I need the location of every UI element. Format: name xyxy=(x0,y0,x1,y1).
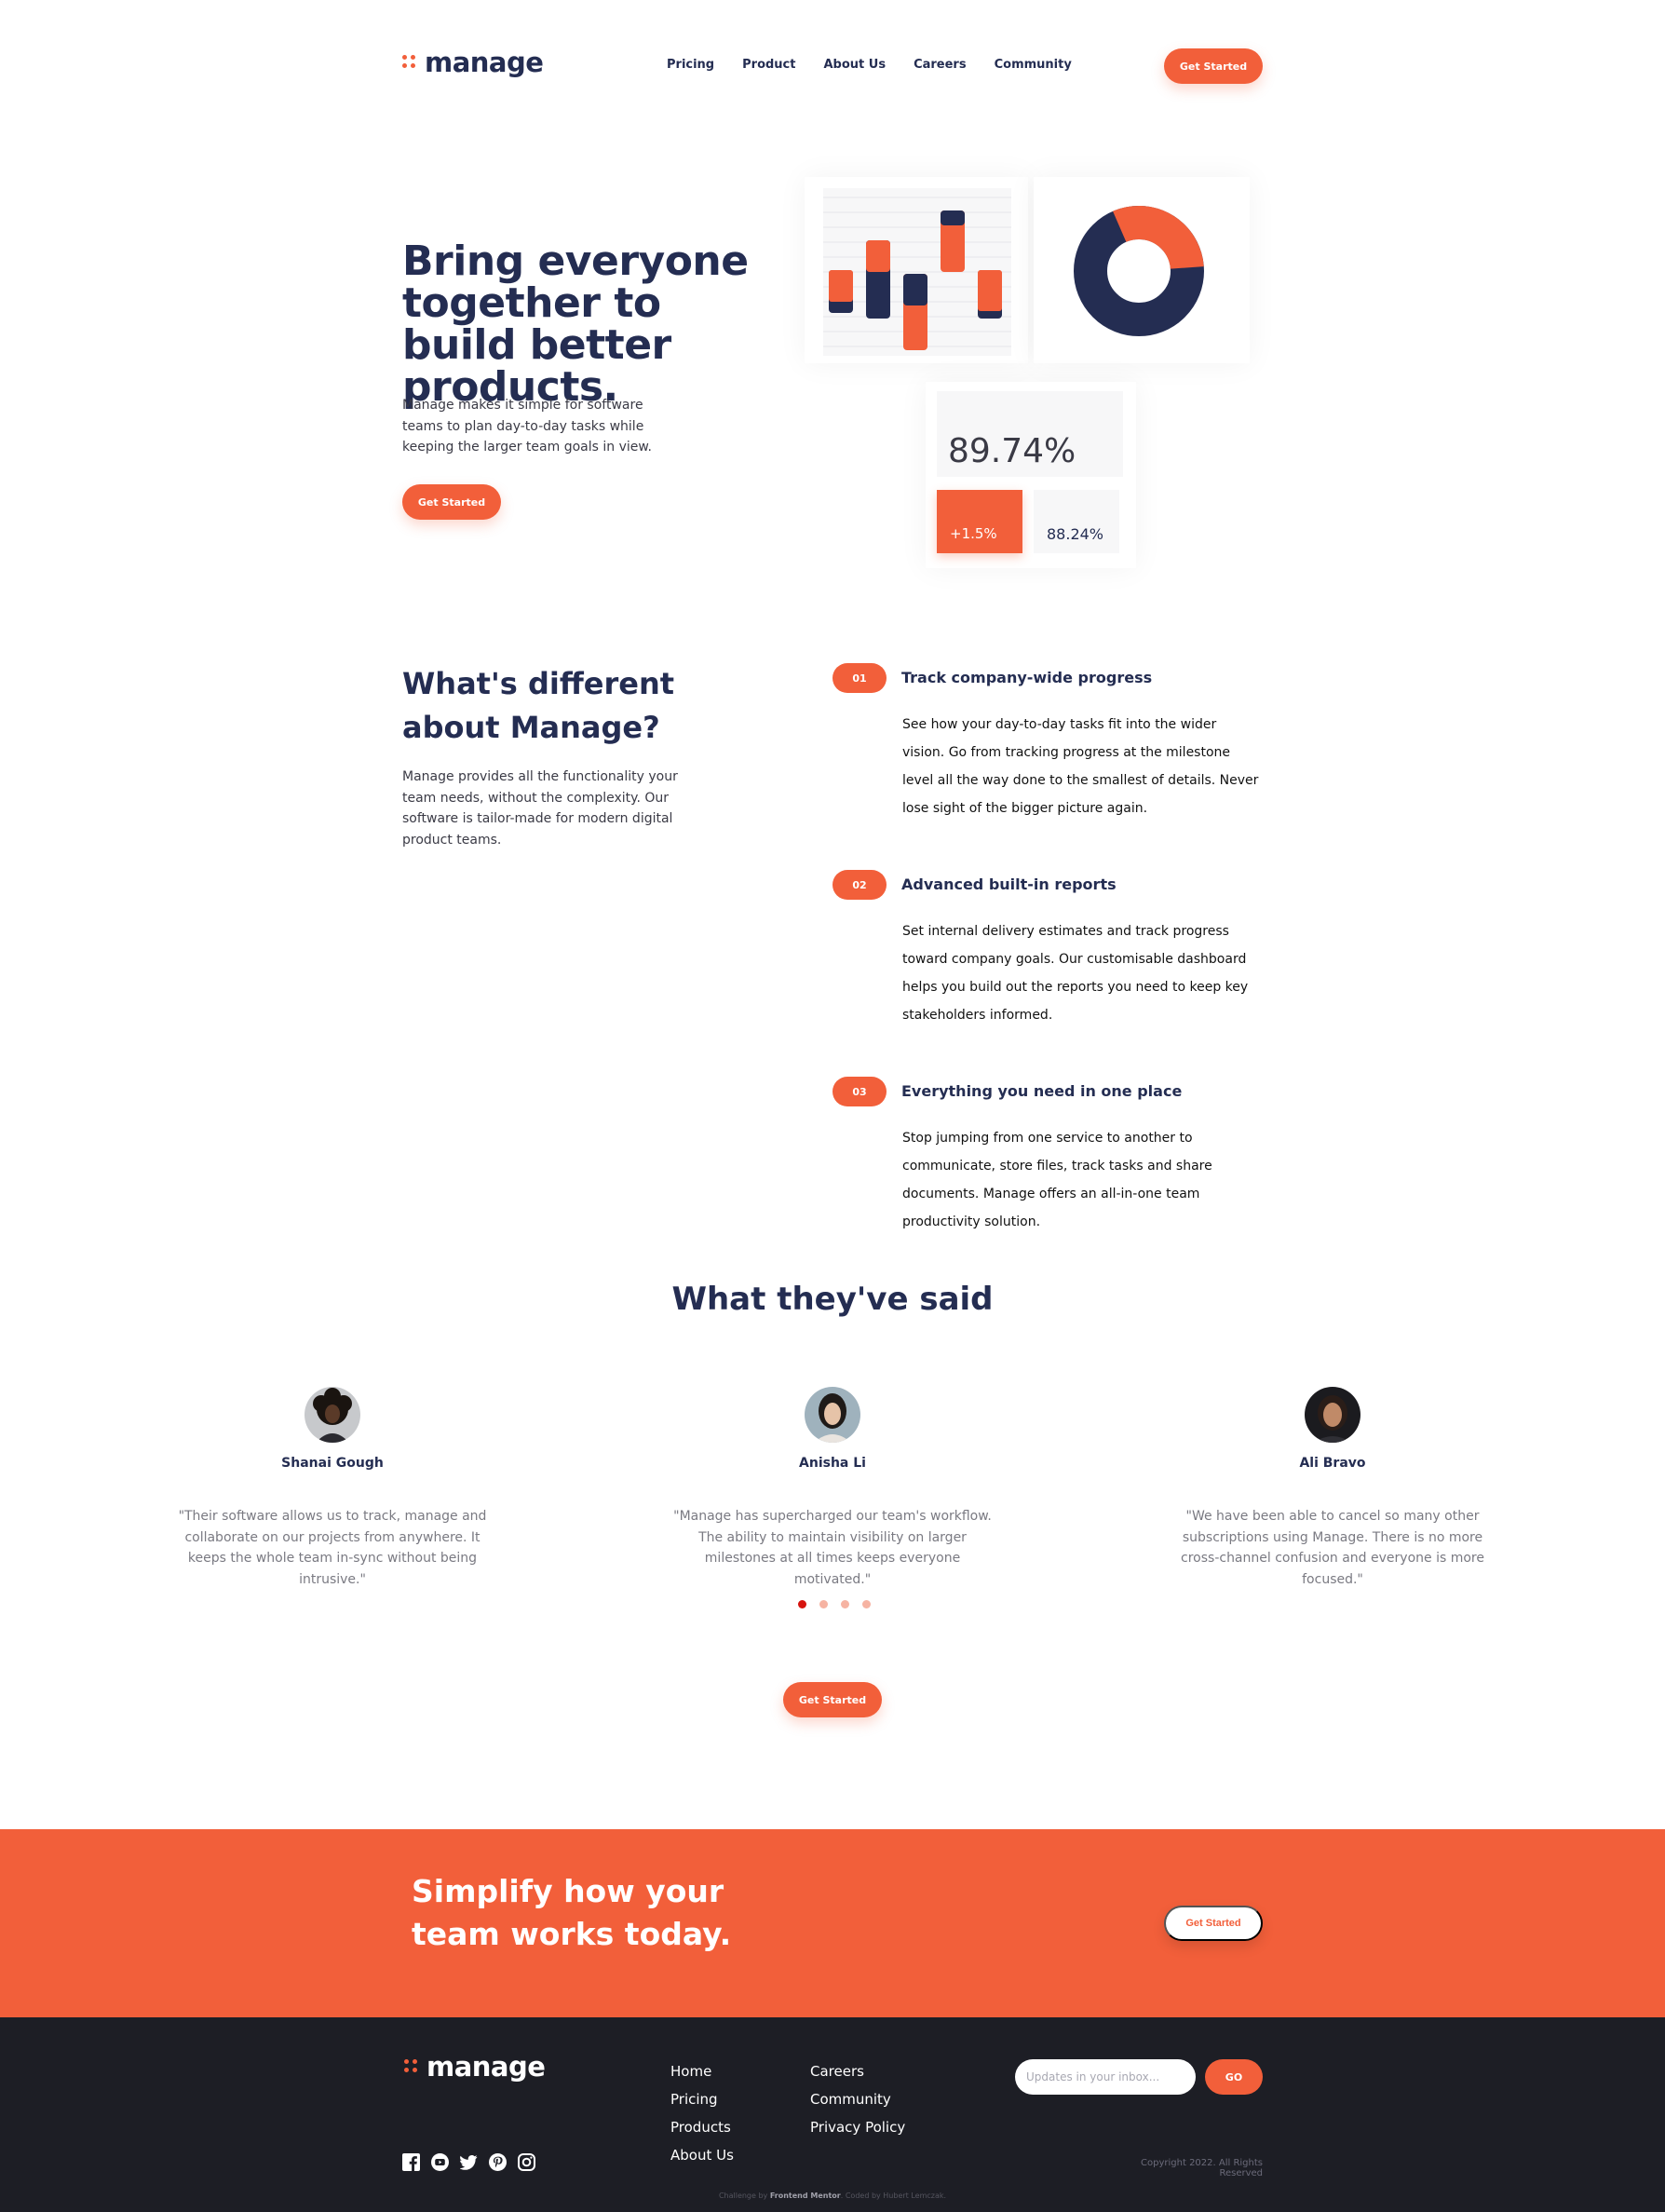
attribution-suffix: . Coded by Hubert Lemczak. xyxy=(840,2192,947,2200)
footer-link-careers[interactable]: Careers xyxy=(810,2063,905,2080)
testimonial-name: Anisha Li xyxy=(799,1456,866,1471)
attribution: Challenge by Frontend Mentor. Coded by H… xyxy=(0,2192,1665,2200)
donut-chart-graphic xyxy=(1074,206,1204,336)
pinterest-icon[interactable] xyxy=(489,2153,507,2171)
nav-link-about-us[interactable]: About Us xyxy=(823,58,886,72)
testimonial-quote: "Their software allows us to track, mana… xyxy=(178,1509,487,1587)
footer-links-col-2: Careers Community Privacy Policy xyxy=(810,2063,905,2136)
footer-link-home[interactable]: Home xyxy=(670,2063,734,2080)
avatar xyxy=(305,1387,360,1443)
feature-text: See how your day-to-day tasks fit into t… xyxy=(902,717,1259,816)
feature-title: Everything you need in one place xyxy=(901,1082,1183,1100)
copyright-text: Copyright 2022. All Rights Reserved xyxy=(1141,2158,1263,2178)
footer-link-pricing[interactable]: Pricing xyxy=(670,2091,734,2108)
testimonial-name: Shanai Gough xyxy=(281,1456,384,1471)
cta-band-get-started-button[interactable]: Get Started xyxy=(1164,1906,1263,1941)
testimonial-name: Ali Bravo xyxy=(1299,1456,1366,1471)
donut-chart-illustration xyxy=(1034,177,1250,363)
logo-wordmark: manage xyxy=(425,47,544,78)
nav-link-pricing[interactable]: Pricing xyxy=(667,58,714,72)
facebook-icon[interactable] xyxy=(402,2153,420,2171)
testimonial-quote: "We have been able to cancel so many oth… xyxy=(1181,1509,1484,1587)
hero-get-started-button[interactable]: Get Started xyxy=(402,484,501,520)
twitter-icon[interactable] xyxy=(460,2153,478,2171)
avatar xyxy=(805,1387,860,1443)
testimonials-title: What they've said xyxy=(671,1281,994,1318)
feature-number-badge: 02 xyxy=(832,870,887,900)
nav-link-product[interactable]: Product xyxy=(742,58,795,72)
bar-chart-graphic xyxy=(823,188,1011,356)
cta-band-title: Simplify how your team works today. xyxy=(412,1873,732,1952)
cta-band xyxy=(0,1829,1665,2017)
logo-mark-icon xyxy=(404,2059,419,2074)
footer-link-community[interactable]: Community xyxy=(810,2091,905,2108)
features-text: Manage provides all the functionality yo… xyxy=(402,769,678,848)
stat-secondary-value: 88.24% xyxy=(1047,525,1104,543)
carousel-dot[interactable] xyxy=(841,1600,849,1608)
carousel-dot[interactable] xyxy=(862,1600,871,1608)
newsletter-go-button[interactable]: GO xyxy=(1205,2059,1263,2095)
bar-chart-illustration xyxy=(805,177,1028,363)
social-links xyxy=(402,2153,535,2171)
feature-text: Stop jumping from one service to another… xyxy=(902,1131,1212,1229)
stat-delta-tile: +1.5% xyxy=(937,490,1022,553)
hero-title: Bring everyone together to build better … xyxy=(402,237,749,411)
testimonials-get-started-button[interactable]: Get Started xyxy=(783,1682,882,1717)
nav-link-community[interactable]: Community xyxy=(995,58,1072,72)
hero-text: Manage makes it simple for software team… xyxy=(402,398,652,455)
carousel-dots xyxy=(798,1600,871,1608)
avatar xyxy=(1305,1387,1360,1443)
logo-mark-icon xyxy=(402,55,417,70)
nav-link-careers[interactable]: Careers xyxy=(914,58,967,72)
testimonial-quote: "Manage has supercharged our team's work… xyxy=(673,1509,992,1587)
features-title: What's different about Manage? xyxy=(402,666,675,745)
stat-main-tile: 89.74% xyxy=(937,391,1123,477)
youtube-icon[interactable] xyxy=(431,2153,449,2171)
feature-number-badge: 03 xyxy=(832,1077,887,1106)
footer-link-products[interactable]: Products xyxy=(670,2119,734,2136)
footer-link-privacy-policy[interactable]: Privacy Policy xyxy=(810,2119,905,2136)
stat-delta-value: +1.5% xyxy=(950,525,997,542)
carousel-dot[interactable] xyxy=(798,1600,806,1608)
main-nav: Pricing Product About Us Careers Communi… xyxy=(667,58,1072,72)
stat-main-value: 89.74% xyxy=(948,432,1076,470)
feature-number-badge: 01 xyxy=(832,663,887,693)
feature-title: Advanced built-in reports xyxy=(901,875,1117,893)
newsletter-email-input[interactable] xyxy=(1015,2059,1196,2095)
instagram-icon[interactable] xyxy=(518,2153,535,2171)
attribution-org-link[interactable]: Frontend Mentor xyxy=(770,2192,841,2200)
feature-title: Track company-wide progress xyxy=(901,669,1153,686)
footer-links-col-1: Home Pricing Products About Us xyxy=(670,2063,734,2164)
attribution-prefix: Challenge by xyxy=(718,2192,768,2200)
logo-wordmark: manage xyxy=(426,2051,546,2083)
stat-secondary-tile: 88.24% xyxy=(1034,490,1119,553)
footer-link-about-us[interactable]: About Us xyxy=(670,2147,734,2164)
stats-illustration: 89.74% +1.5% 88.24% xyxy=(926,382,1136,568)
header-logo[interactable]: manage xyxy=(402,47,544,78)
header-get-started-button[interactable]: Get Started xyxy=(1164,48,1263,84)
footer-logo[interactable]: manage xyxy=(404,2051,546,2083)
feature-text: Set internal delivery estimates and trac… xyxy=(902,924,1249,1023)
carousel-dot[interactable] xyxy=(819,1600,828,1608)
